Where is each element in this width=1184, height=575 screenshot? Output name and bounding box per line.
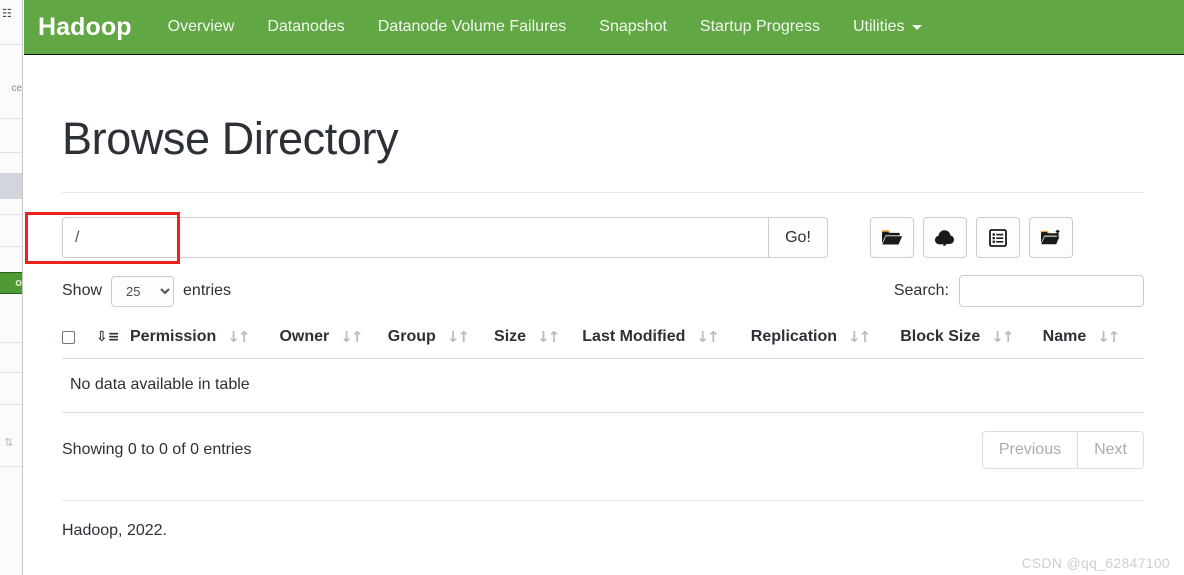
hadoop-browse-directory-page: Hadoop Overview Datanodes Datanode Volum… <box>24 0 1184 575</box>
nav-item-datanode-volume-failures-label: Datanode Volume Failures <box>377 18 567 35</box>
next-page-button[interactable]: Next <box>1078 431 1144 469</box>
previous-page-button[interactable]: Previous <box>981 431 1079 469</box>
footer-text: Hadoop, 2022. <box>62 522 167 539</box>
directory-listing-table: ⇩≡ Permission ↓↑ Owner ↓↑ Group ↓↑ Size … <box>62 323 1144 413</box>
th-group[interactable]: Group ↓↑ <box>387 323 495 359</box>
th-select-all[interactable] <box>62 323 96 359</box>
th-replication[interactable]: Replication ↓↑ <box>750 323 901 359</box>
th-permission-label: Permission <box>130 328 217 345</box>
pagination-row: Showing 0 to 0 of 0 entries Previous Nex… <box>62 431 1144 469</box>
entries-label: entries <box>183 282 232 299</box>
footer-divider <box>62 500 1144 501</box>
sort-icon: ↓↑ <box>848 327 871 346</box>
show-entries-control: Show 25 entries <box>62 275 232 307</box>
path-bar-row: Go! <box>62 217 1144 258</box>
page-length-select[interactable]: 25 <box>111 275 175 307</box>
select-all-checkbox[interactable] <box>62 330 75 344</box>
show-label: Show <box>62 282 103 299</box>
list-snapshots-button[interactable] <box>976 217 1020 258</box>
th-name[interactable]: Name ↓↑ <box>1042 323 1144 359</box>
sort-icon: ↓↑ <box>696 327 719 346</box>
nav-item-datanodes-label: Datanodes <box>267 18 345 35</box>
th-owner[interactable]: Owner ↓↑ <box>279 323 388 359</box>
th-name-label: Name <box>1042 328 1087 345</box>
cut-paste-button[interactable] <box>1029 217 1073 258</box>
cloud-upload-icon <box>934 229 957 247</box>
top-navbar: Hadoop Overview Datanodes Datanode Volum… <box>24 0 1184 55</box>
table-header-row: ⇩≡ Permission ↓↑ Owner ↓↑ Group ↓↑ Size … <box>62 323 1144 359</box>
th-size-label: Size <box>494 328 527 345</box>
search-input[interactable] <box>959 275 1144 307</box>
nav-item-overview[interactable]: Overview <box>168 18 235 36</box>
sort-icon: ↓↑ <box>991 327 1014 346</box>
background-window-sliver: ☷ ce o ⇅ <box>0 0 23 575</box>
table-header: ⇩≡ Permission ↓↑ Owner ↓↑ Group ↓↑ Size … <box>62 323 1144 359</box>
th-last-modified-label: Last Modified <box>582 328 686 345</box>
sort-icon: ↓↑ <box>537 327 560 346</box>
nav-item-startup-progress-label: Startup Progress <box>699 18 820 35</box>
title-divider <box>62 192 1144 193</box>
search-control: Search: <box>894 275 1144 307</box>
nav-item-utilities-label: Utilities <box>852 18 905 35</box>
sort-icon: ↓↑ <box>446 327 470 346</box>
upload-files-button[interactable] <box>923 217 967 258</box>
th-permission[interactable]: Permission ↓↑ <box>130 323 280 359</box>
brand-hadoop[interactable]: Hadoop <box>38 13 132 42</box>
th-last-modified[interactable]: Last Modified ↓↑ <box>582 323 751 359</box>
table-controls-row: Show 25 entries Search: <box>62 275 1144 307</box>
chevron-down-icon <box>911 24 922 30</box>
th-group-label: Group <box>387 328 436 345</box>
th-replication-label: Replication <box>750 328 838 345</box>
nav-item-startup-progress[interactable]: Startup Progress <box>700 18 820 36</box>
sort-icon: ↓↑ <box>340 327 363 346</box>
list-alt-icon <box>989 228 1007 247</box>
background-window-icon: ☷ <box>2 8 12 20</box>
background-window-sort-icon: ⇅ <box>4 437 14 449</box>
th-block-size-label: Block Size <box>900 328 981 345</box>
nav-item-utilities[interactable]: Utilities <box>853 18 922 36</box>
th-block-size[interactable]: Block Size ↓↑ <box>900 323 1043 359</box>
background-window-partial-text: ce <box>11 83 22 94</box>
nav-item-datanode-volume-failures[interactable]: Datanode Volume Failures <box>378 18 567 36</box>
directory-action-buttons <box>870 217 1073 258</box>
nav-item-overview-label: Overview <box>167 18 235 35</box>
create-directory-button[interactable] <box>870 217 914 258</box>
path-input-group: Go! <box>62 217 828 258</box>
pagination-controls: Previous Next <box>981 431 1144 469</box>
background-window-grey-band <box>0 173 22 199</box>
page-title: Browse Directory <box>62 113 399 164</box>
directory-path-input[interactable] <box>62 217 768 258</box>
th-owner-label: Owner <box>279 328 330 345</box>
go-button[interactable]: Go! <box>768 217 828 258</box>
folder-move-icon <box>1039 229 1063 246</box>
table-empty-row: No data available in table <box>62 358 1144 413</box>
background-window-green-fragment: o <box>0 272 22 294</box>
nav-item-snapshot[interactable]: Snapshot <box>599 18 667 36</box>
sort-icon: ↓↑ <box>227 327 250 346</box>
nav-item-snapshot-label: Snapshot <box>599 18 667 35</box>
search-label: Search: <box>893 282 949 299</box>
table-body: No data available in table <box>62 358 1144 413</box>
sort-icon: ↓↑ <box>1097 327 1120 346</box>
table-info-text: Showing 0 to 0 of 0 entries <box>62 441 252 458</box>
th-size[interactable]: Size ↓↑ <box>494 323 583 359</box>
empty-table-message: No data available in table <box>62 358 1144 413</box>
sort-amount-icon: ⇩≡ <box>96 329 120 345</box>
th-sort-amount[interactable]: ⇩≡ <box>96 323 130 359</box>
nav-item-datanodes[interactable]: Datanodes <box>267 18 344 36</box>
folder-open-icon <box>881 229 903 246</box>
